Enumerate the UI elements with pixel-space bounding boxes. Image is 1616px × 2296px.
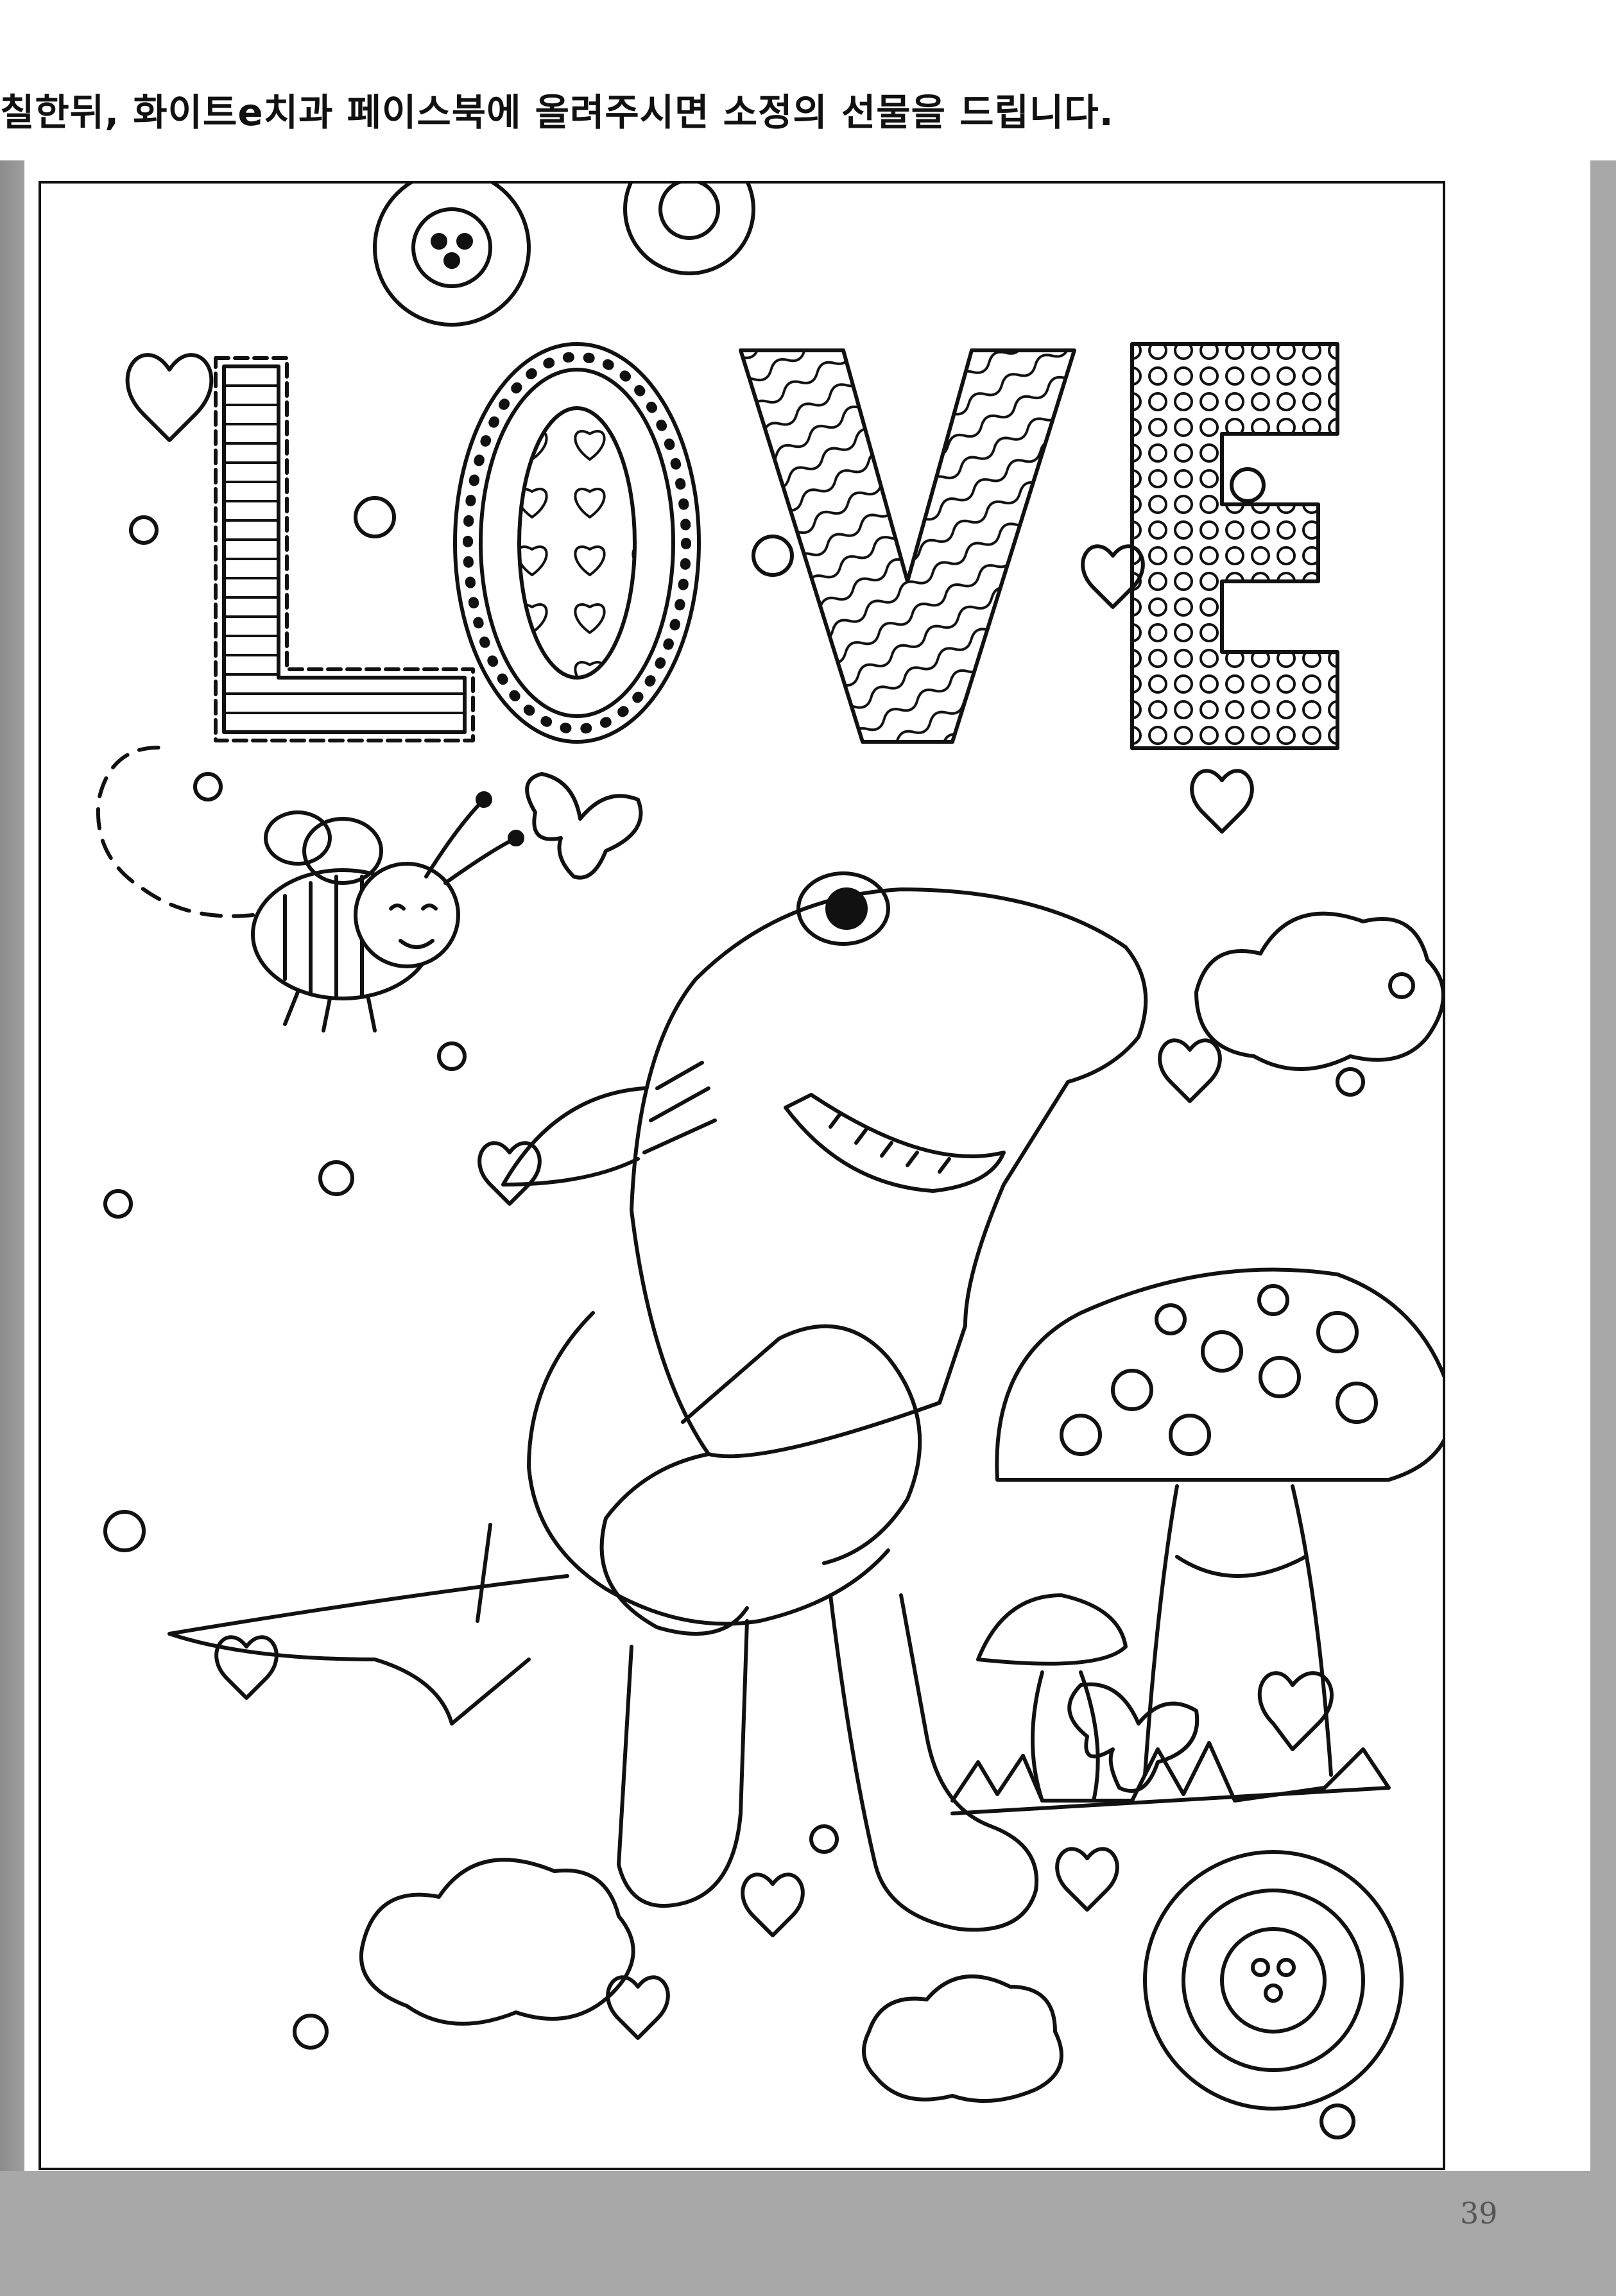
page-number: 39	[1460, 2196, 1498, 2231]
letter-o-drawing	[453, 342, 701, 744]
bee-drawing	[96, 746, 524, 1032]
letter-l-drawing	[214, 356, 475, 742]
flower-drawing-1	[373, 184, 531, 327]
butterflies-decoration	[525, 772, 1199, 1793]
sunflower-drawing	[1143, 1850, 1404, 2111]
header-strip: 칠한뒤, 화이트e치과 페이스북에 올려주시면 소정의 선물을 드립니다.	[0, 0, 1616, 160]
mushroom-large-drawing	[995, 1267, 1443, 1777]
flower-drawing-2	[623, 184, 755, 275]
shark-drawing	[168, 871, 1148, 1932]
coloring-artwork	[39, 181, 1445, 2170]
love-title	[214, 342, 1339, 750]
page-bottom-margin: 39	[0, 2171, 1616, 2296]
instruction-text: 칠한뒤, 화이트e치과 페이스북에 올려주시면 소정의 선물을 드립니다.	[0, 90, 1114, 134]
letter-e-drawing	[1130, 342, 1339, 750]
